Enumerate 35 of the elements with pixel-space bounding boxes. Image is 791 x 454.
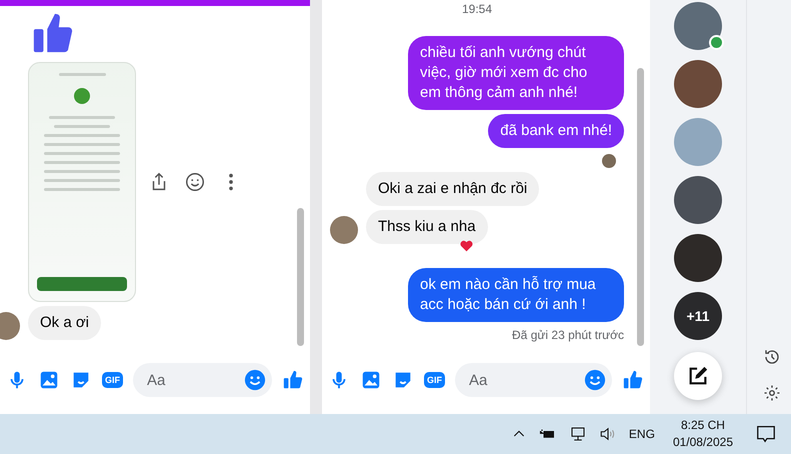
message-bubble: chiều tối anh vướng chút việc, giờ mới xem đc cho em thông cảm anh nhé!: [408, 36, 624, 110]
chat-head-avatar[interactable]: [674, 2, 722, 50]
sent-status: Đã gửi 23 phút trước: [511, 328, 624, 342]
network-icon[interactable]: [568, 425, 587, 443]
chat-head-avatar[interactable]: [674, 234, 722, 282]
emoji-icon[interactable]: [184, 171, 206, 193]
thumbs-up-icon[interactable]: [282, 369, 304, 391]
gif-button[interactable]: GIF: [102, 372, 123, 388]
timestamp: 19:54: [462, 2, 492, 16]
new-message-button[interactable]: [674, 352, 722, 400]
scrollbar-thumb[interactable]: [297, 208, 304, 346]
edit-icon: [687, 365, 709, 387]
chat-head-avatar[interactable]: [674, 176, 722, 224]
message-bubble: Oki a zai e nhận đc rồi: [366, 172, 540, 206]
language-indicator[interactable]: ENG: [628, 427, 655, 441]
thumbs-up-icon[interactable]: [622, 369, 644, 391]
more-chats-button[interactable]: +11: [674, 292, 722, 340]
scrollbar-thumb[interactable]: [637, 68, 644, 346]
image-icon[interactable]: [38, 369, 60, 391]
gif-button[interactable]: GIF: [424, 372, 445, 388]
message-bubble: ok em nào cần hỗ trợ mua acc hoặc bán cứ ới anh !: [408, 268, 624, 322]
settings-icon[interactable]: [763, 384, 781, 402]
image-icon[interactable]: [360, 369, 382, 391]
message-input[interactable]: Aa: [455, 363, 612, 397]
history-icon[interactable]: [763, 348, 781, 366]
message-bubble: Thss kiu a nha: [366, 210, 488, 244]
taskbar-clock[interactable]: 8:25 CH 01/08/2025: [672, 417, 733, 451]
message-bubble: đã bank em nhé!: [488, 114, 624, 148]
message-bubble: Ok a ơi: [28, 306, 102, 340]
chat-head-avatar[interactable]: [674, 60, 722, 108]
emoji-icon[interactable]: [244, 369, 266, 391]
emoji-icon[interactable]: [584, 369, 606, 391]
message-input[interactable]: Aa: [133, 363, 272, 397]
speaker-icon[interactable]: [598, 425, 617, 443]
notification-icon[interactable]: [755, 423, 777, 445]
